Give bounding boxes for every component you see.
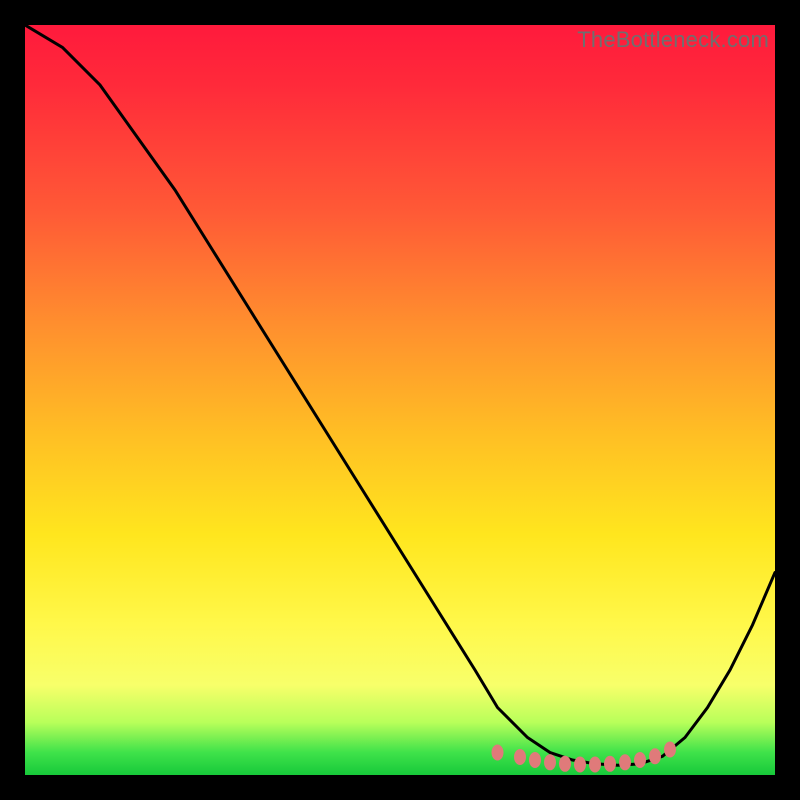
watermark-label: TheBottleneck.com bbox=[577, 27, 769, 53]
gradient-background bbox=[25, 25, 775, 775]
chart-frame: TheBottleneck.com bbox=[25, 25, 775, 775]
